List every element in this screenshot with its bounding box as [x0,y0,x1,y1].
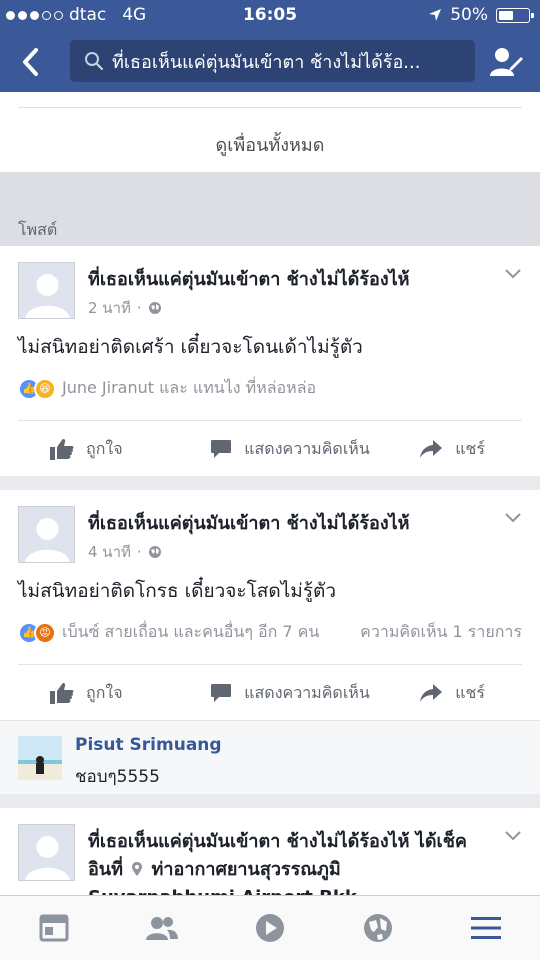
comment-icon [211,684,232,702]
checkin-place[interactable]: ท่าอากาศยานสุวรรณภูมิ Suvarnabhumi Airpo… [88,859,357,895]
globe-icon [148,302,161,314]
angry-reaction-icon: 😡 [34,621,56,644]
post-author[interactable]: ที่เธอเห็นแค่ตุ่นมันเข้าตา ช้างไม่ได้ร้อ… [88,266,484,294]
separator-dot: · [136,299,142,317]
avatar[interactable] [18,262,75,319]
reaction-names: เบ็นซ์ สายเถื่อน และคนอื่นๆ อีก 7 คน [62,622,320,641]
avatar[interactable] [18,824,75,881]
share-icon [420,440,443,458]
news-feed-icon [39,914,69,942]
commenter-avatar[interactable] [18,736,62,780]
post-time: 4 นาที [88,543,131,561]
tab-news-feed[interactable] [0,896,108,960]
separator-dot: · [136,543,142,561]
divider [18,664,522,665]
like-button[interactable]: ถูกใจ [0,422,170,476]
comment-label: แสดงความคิดเห็น [244,438,370,458]
post-time: 2 นาที [88,299,131,317]
divider [18,420,522,421]
post-card: ที่เธอเห็นแค่ตุ่นมันเข้าตา ช้างไม่ได้ร้อ… [0,490,540,794]
like-button[interactable]: ถูกใจ [0,666,170,720]
search-input[interactable]: ที่เธอเห็นแค่ตุ่นมันเข้าตา ช้างไม่ได้ร้อ… [70,40,475,82]
reaction-summary[interactable]: 👍 😆 June Jiranut และ แทนไง ที่หล่อหล่อ [18,376,522,401]
tab-menu[interactable] [432,896,540,960]
back-button[interactable] [16,44,48,80]
divider [18,107,522,108]
like-label: ถูกใจ [86,682,123,702]
reaction-summary[interactable]: 👍 😡 เบ็นซ์ สายเถื่อน และคนอื่นๆ อีก 7 คน… [18,620,522,645]
post-author[interactable]: ที่เธอเห็นแค่ตุ่นมันเข้าตา ช้างไม่ได้ร้อ… [88,510,484,538]
chevron-down-icon[interactable] [504,268,522,280]
thumbs-up-icon [50,682,74,704]
section-header: โพสต์ [0,172,540,246]
search-query: ที่เธอเห็นแค่ตุ่นมันเข้าตา ช้างไม่ได้ร้อ… [112,51,421,73]
chevron-down-icon[interactable] [504,830,522,842]
share-button[interactable]: แชร์ [410,666,540,720]
battery-icon [496,7,534,23]
action-bar: ถูกใจ แสดงความคิดเห็น แชร์ [0,422,540,476]
post-card: ที่เธอเห็นแค่ตุ่นมันเข้าตา ช้างไม่ได้ร้อ… [0,246,540,476]
globe-icon [364,914,392,942]
location-arrow-icon [429,9,442,21]
comment-icon [211,440,232,458]
globe-icon [148,546,161,558]
see-all-friends-row[interactable]: ดูเพื่อนทั้งหมด [0,92,540,172]
thumbs-up-icon [50,438,74,460]
post-card: ที่เธอเห็นแค่ตุ่นมันเข้าตา ช้างไม่ได้ร้อ… [0,808,540,895]
tab-notifications[interactable] [324,896,432,960]
comment-preview[interactable]: Pisut Srimuang ชอบๆ5555 [0,720,540,794]
comments-count[interactable]: ความคิดเห็น 1 รายการ [360,620,522,645]
friends-icon [146,917,178,940]
tab-friends[interactable] [108,896,216,960]
friend-request-icon[interactable] [488,44,524,80]
comment-label: แสดงความคิดเห็น [244,682,370,702]
tab-bar [0,895,540,960]
menu-icon [471,917,501,939]
share-label: แชร์ [455,682,485,702]
location-pin-icon [132,862,143,876]
action-bar: ถูกใจ แสดงความคิดเห็น แชร์ [0,666,540,720]
status-bar: dtac 4G 16:05 50% [0,0,540,32]
post-text: ไม่สนิทอย่าติดเศร้า เดี๋ยวจะโดนเด้าไม่รู… [18,336,363,358]
comment-text: ชอบๆ5555 [75,767,160,787]
share-icon [420,684,443,702]
section-title: โพสต์ [18,220,58,239]
search-icon [85,52,104,71]
avatar[interactable] [18,506,75,563]
tab-video[interactable] [216,896,324,960]
post-text: ไม่สนิทอย่าติดโกรธ เดี๋ยวจะโสดไม่รู้ตัว [18,580,337,602]
nav-bar: ที่เธอเห็นแค่ตุ่นมันเข้าตา ช้างไม่ได้ร้อ… [0,32,540,92]
comment-button[interactable]: แสดงความคิดเห็น [170,422,410,476]
chevron-down-icon[interactable] [504,512,522,524]
see-all-friends-link[interactable]: ดูเพื่อนทั้งหมด [0,130,540,159]
like-label: ถูกใจ [86,438,123,458]
battery-percent: 50% [450,5,488,25]
share-button[interactable]: แชร์ [410,422,540,476]
play-icon [256,914,284,942]
comment-button[interactable]: แสดงความคิดเห็น [170,666,410,720]
share-label: แชร์ [455,438,485,458]
commenter-name[interactable]: Pisut Srimuang [75,735,222,755]
haha-reaction-icon: 😆 [34,377,56,400]
reaction-names: June Jiranut และ แทนไง ที่หล่อหล่อ [62,378,317,397]
search-results: ดูเพื่อนทั้งหมด โพสต์ ที่เธอเห็นแค่ตุ่นม… [0,92,540,895]
